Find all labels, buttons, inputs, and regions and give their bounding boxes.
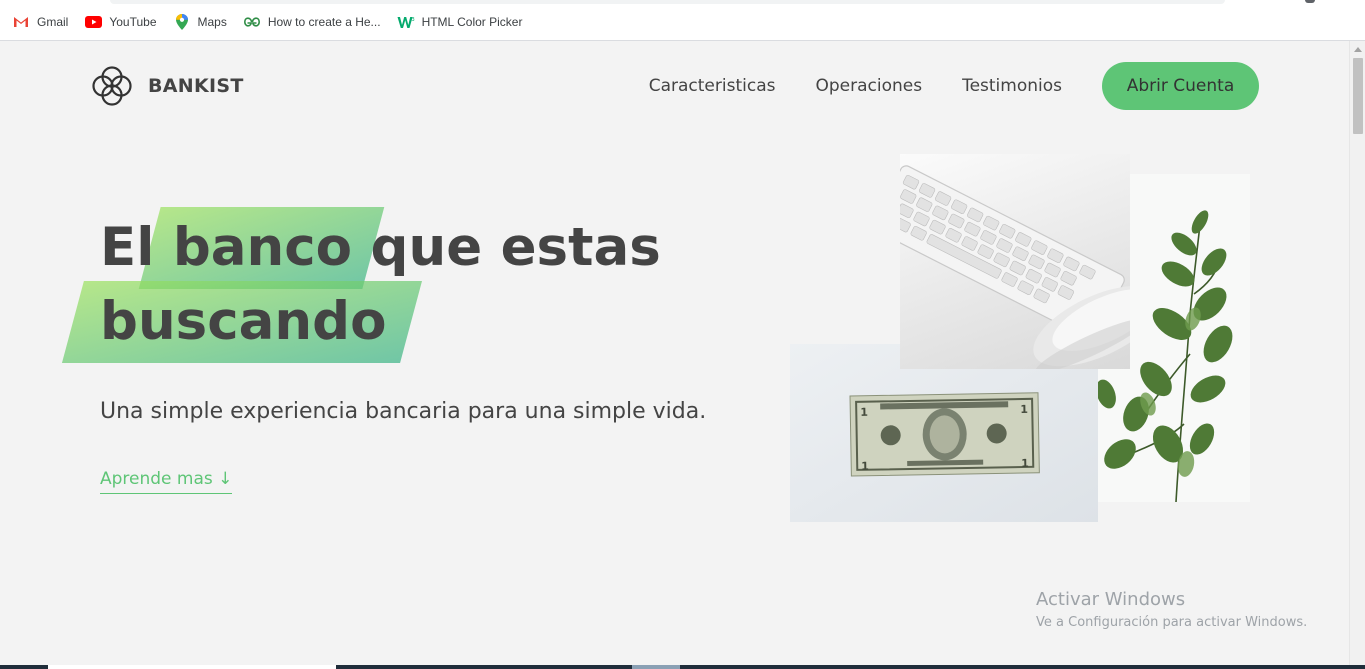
bookmark-gmail[interactable]: Gmail [12, 13, 68, 31]
hero-title-line-2: buscando [100, 285, 661, 359]
hero-title-line-1: El banco que estas [100, 211, 661, 285]
bookmark-maps[interactable]: Maps [173, 13, 227, 31]
address-bar-edge[interactable] [110, 0, 1225, 4]
bookmark-label: YouTube [109, 15, 157, 29]
scroll-up-arrow-icon[interactable] [1354, 47, 1362, 52]
bookmark-label: Gmail [37, 15, 69, 29]
keyboard-image [872, 154, 1163, 373]
scrollbar-thumb[interactable] [1353, 58, 1363, 134]
bookmark-youtube[interactable]: YouTube [84, 13, 157, 31]
main-nav: Caracteristicas Operaciones Testimonios … [649, 62, 1259, 110]
learn-more-link[interactable]: Aprende mas ↓ [100, 469, 233, 494]
gmail-icon [12, 14, 30, 30]
hero-title-highlight-buscando: buscando [100, 285, 386, 359]
svg-text:1: 1 [861, 460, 869, 473]
hero-title-post: que estas [370, 217, 661, 278]
windows-activation-subtitle: Ve a Configuración para activar Windows. [1036, 615, 1308, 630]
bankist-logo-icon [92, 66, 132, 106]
taskbar-item[interactable] [48, 665, 336, 669]
svg-text:1: 1 [860, 406, 868, 419]
taskbar-edge [0, 665, 1365, 669]
svg-text:1: 1 [1021, 457, 1029, 470]
bookmarks-bar: Gmail YouTube Maps How to create a He...… [0, 0, 1365, 41]
hero-title: El banco que estas buscando [100, 211, 661, 359]
bookmark-label: How to create a He... [267, 15, 381, 29]
bookmark-label: HTML Color Picker [421, 15, 523, 29]
geeksforgeeks-icon [243, 14, 261, 30]
taskbar-item[interactable] [632, 665, 680, 669]
hero-subtitle: Una simple experiencia bancaria para una… [100, 399, 707, 424]
profile-edge [1305, 0, 1315, 3]
svg-text:1: 1 [1020, 403, 1028, 416]
brand-name: BANKIST [148, 75, 244, 97]
svg-text:3: 3 [411, 17, 414, 23]
bookmark-geeksforgeeks[interactable]: How to create a He... [243, 13, 381, 31]
maps-icon [173, 14, 191, 30]
hero-title-highlight-banco: banco [173, 211, 352, 285]
bookmark-label: Maps [197, 15, 227, 29]
hero-image: 1 1 1 1 [790, 154, 1250, 524]
bookmarks-list: Gmail YouTube Maps How to create a He...… [12, 13, 538, 31]
money-image: 1 1 1 1 [790, 344, 1098, 522]
nav-link-testimonios[interactable]: Testimonios [962, 76, 1062, 96]
windows-activation-title: Activar Windows [1036, 589, 1186, 610]
logo[interactable]: BANKIST [89, 63, 244, 109]
page: BANKIST Caracteristicas Operaciones Test… [0, 41, 1349, 669]
hero-title-pre: El [100, 217, 155, 278]
nav-link-caracteristicas[interactable]: Caracteristicas [649, 76, 776, 96]
bookmark-w3schools[interactable]: 3 HTML Color Picker [397, 13, 523, 31]
nav-link-operaciones[interactable]: Operaciones [815, 76, 922, 96]
w3schools-icon: 3 [397, 14, 415, 30]
page-scrollbar[interactable] [1349, 41, 1365, 669]
open-account-button[interactable]: Abrir Cuenta [1102, 62, 1259, 110]
youtube-icon [84, 14, 102, 30]
